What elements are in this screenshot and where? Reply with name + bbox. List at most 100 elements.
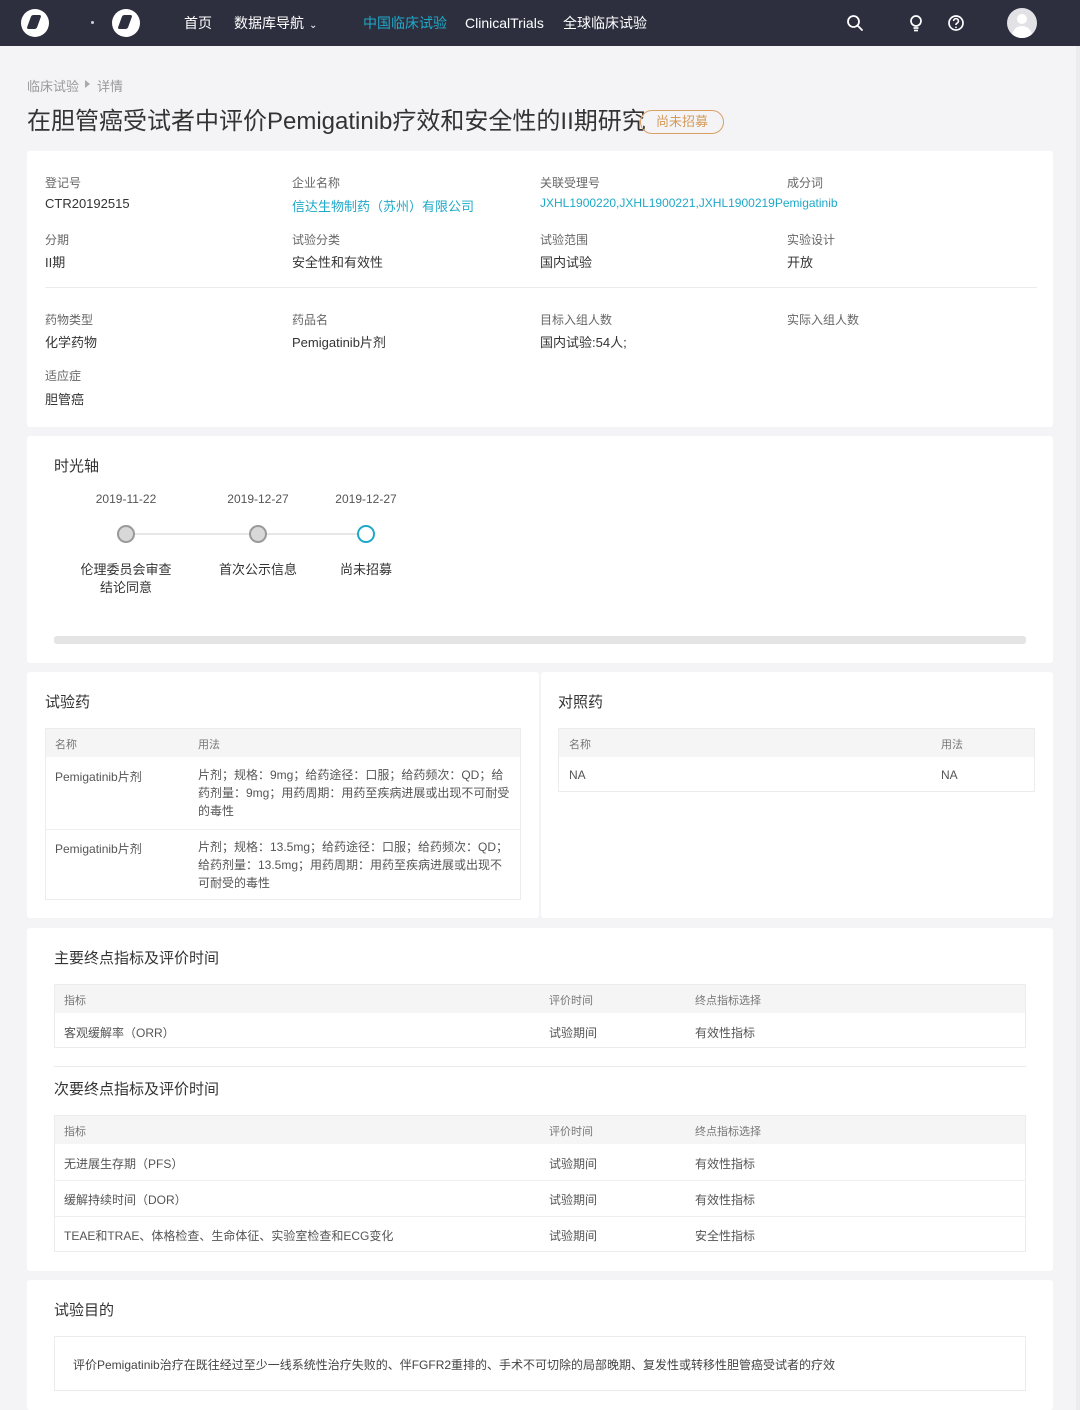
- type-cell: 安全性指标: [695, 1229, 756, 1243]
- company-link[interactable]: 信达生物制药（苏州）有限公司: [292, 196, 474, 215]
- time-cell: 试验期间: [549, 1229, 598, 1243]
- logo-divider-dot: [91, 21, 94, 24]
- acceptance-label: 关联受理号: [540, 176, 601, 190]
- indicator-cell: 缓解持续时间（DOR）: [64, 1193, 187, 1207]
- status-badge: 尚未招募: [640, 110, 724, 134]
- timeline-date: 2019-12-27: [227, 492, 289, 506]
- row-divider: [46, 829, 520, 830]
- column-header-usage: 用法: [198, 739, 220, 751]
- type-cell: 有效性指标: [695, 1193, 756, 1207]
- test-drug-title: 试验药: [45, 694, 91, 711]
- nav-database[interactable]: 数据库导航 ⌄: [234, 14, 317, 35]
- company-label: 企业名称: [292, 176, 341, 190]
- drug-name-label: 药品名: [292, 313, 329, 327]
- chevron-down-icon: ⌄: [309, 20, 318, 31]
- page-title: 在胆管癌受试者中评价Pemigatinib疗效和安全性的II期研究: [27, 108, 646, 135]
- ingredient-label: 成分词: [787, 176, 824, 190]
- primary-endpoint-table: 指标 评价时间 终点指标选择 客观缓解率（ORR） 试验期间 有效性指标: [54, 984, 1026, 1048]
- nav-clinicaltrials[interactable]: ClinicalTrials: [465, 14, 544, 32]
- help-icon[interactable]: [946, 13, 966, 33]
- nav-china-trials[interactable]: 中国临床试验: [363, 14, 447, 32]
- phase-label: 分期: [45, 233, 70, 247]
- purpose-box: 评价Pemigatinib治疗在既往经过至少一线系统性治疗失败的、伴FGFR2重…: [54, 1336, 1026, 1391]
- timeline-dot: [249, 525, 267, 543]
- column-header-name: 名称: [55, 739, 77, 751]
- breadcrumb-root[interactable]: 临床试验: [27, 76, 79, 95]
- table-header: 名称 用法: [46, 729, 520, 757]
- timeline-dot: [117, 525, 135, 543]
- breadcrumb-current: 详情: [97, 79, 124, 94]
- control-usage-cell: NA: [941, 768, 958, 782]
- scope-label: 试验范围: [540, 233, 589, 247]
- column-header-time: 评价时间: [549, 995, 593, 1007]
- drug-type-value: 化学药物: [45, 335, 98, 350]
- row-divider: [55, 1180, 1025, 1181]
- design-value: 开放: [787, 255, 814, 270]
- timeline-event-label: 尚未招募: [339, 562, 392, 577]
- breadcrumb-arrow-icon: [85, 80, 90, 88]
- nav-database-label: 数据库导航: [234, 15, 304, 31]
- indicator-cell: TEAE和TRAE、体格检查、生命体征、实验室检查和ECG变化: [64, 1229, 394, 1243]
- timeline-scrollbar[interactable]: [54, 636, 1026, 644]
- reg-no-label: 登记号: [45, 176, 82, 190]
- timeline-track: [126, 533, 366, 535]
- control-name-cell: NA: [569, 768, 586, 782]
- product-logo-icon[interactable]: [112, 9, 140, 37]
- target-enroll-value: 国内试验:54人;: [540, 335, 627, 350]
- drug-usage-cell: 片剂；规格：13.5mg；给药途径：口服；给药频次：QD；给药剂量：13.5mg…: [198, 840, 509, 890]
- timeline-dot-current: [357, 525, 375, 543]
- acceptance-numbers: JXHL1900220,JXHL1900221,JXHL1900219: [540, 196, 775, 210]
- brand-logo-icon[interactable]: [21, 9, 49, 37]
- ingredient-value[interactable]: Pemigatinib: [775, 196, 838, 210]
- drug-name-cell: Pemigatinib片剂: [55, 842, 142, 856]
- indicator-cell: 客观缓解率（ORR）: [64, 1026, 175, 1040]
- user-avatar[interactable]: [1007, 8, 1037, 38]
- indicator-cell: 无进展生存期（PFS）: [64, 1157, 184, 1171]
- category-value: 安全性和有效性: [292, 255, 384, 270]
- table-header: 指标 评价时间 终点指标选择: [55, 985, 1025, 1013]
- time-cell: 试验期间: [549, 1157, 598, 1171]
- control-drug-card: [541, 672, 1053, 918]
- lightbulb-icon[interactable]: [906, 13, 926, 33]
- drug-name-cell: Pemigatinib片剂: [55, 770, 142, 784]
- table-header: 指标 评价时间 终点指标选择: [55, 1116, 1025, 1144]
- search-icon[interactable]: [845, 13, 865, 33]
- indication-label: 适应症: [45, 369, 82, 383]
- secondary-endpoint-table: 指标 评价时间 终点指标选择 无进展生存期（PFS） 试验期间 有效性指标 缓解…: [54, 1115, 1026, 1252]
- acceptance-link[interactable]: JXHL1900220,JXHL1900221,JXHL1900219Pemig…: [540, 196, 838, 210]
- time-cell: 试验期间: [549, 1026, 598, 1040]
- column-header-indicator: 指标: [64, 1126, 86, 1138]
- type-cell: 有效性指标: [695, 1157, 756, 1171]
- timeline-label-line: 结论同意: [99, 580, 152, 595]
- row-divider: [55, 1216, 1025, 1217]
- column-header-indicator: 指标: [64, 995, 86, 1007]
- indication-value: 胆管癌: [45, 392, 85, 407]
- phase-value: II期: [45, 255, 66, 270]
- endpoints-divider: [54, 1066, 1026, 1067]
- basic-info-card: [27, 151, 1053, 427]
- top-nav-bar: 首页 数据库导航 ⌄ 中国临床试验 ClinicalTrials 全球临床试验: [0, 0, 1080, 46]
- table-header: 名称 用法: [559, 729, 1034, 757]
- drug-usage-cell: 片剂；规格：9mg；给药途径：口服；给药频次：QD；给药剂量：9mg；用药周期：…: [198, 768, 510, 818]
- column-header-name: 名称: [569, 739, 591, 751]
- column-header-type: 终点指标选择: [695, 995, 761, 1007]
- time-cell: 试验期间: [549, 1193, 598, 1207]
- column-header-type: 终点指标选择: [695, 1126, 761, 1138]
- column-header-usage: 用法: [941, 739, 963, 751]
- test-drug-table: 名称 用法 Pemigatinib片剂 片剂；规格：9mg；给药途径：口服；给药…: [45, 728, 521, 900]
- design-label: 实验设计: [787, 233, 836, 247]
- secondary-endpoint-title: 次要终点指标及评价时间: [54, 1081, 220, 1098]
- timeline-label-line: 伦理委员会审查: [80, 562, 172, 577]
- info-divider: [45, 287, 1037, 288]
- column-header-time: 评价时间: [549, 1126, 593, 1138]
- page-scrollbar[interactable]: [1076, 46, 1080, 1410]
- category-label: 试验分类: [292, 233, 341, 247]
- timeline-date: 2019-11-22: [95, 492, 157, 506]
- purpose-text: 评价Pemigatinib治疗在既往经过至少一线系统性治疗失败的、伴FGFR2重…: [73, 1358, 836, 1372]
- nav-global-trials[interactable]: 全球临床试验: [563, 14, 647, 32]
- scope-value: 国内试验: [540, 255, 593, 270]
- nav-home[interactable]: 首页: [184, 14, 212, 32]
- drug-name-value: Pemigatinib片剂: [292, 335, 386, 350]
- timeline-event-label: 伦理委员会审查 结论同意: [66, 561, 186, 597]
- actual-enroll-label: 实际入组人数: [787, 313, 860, 327]
